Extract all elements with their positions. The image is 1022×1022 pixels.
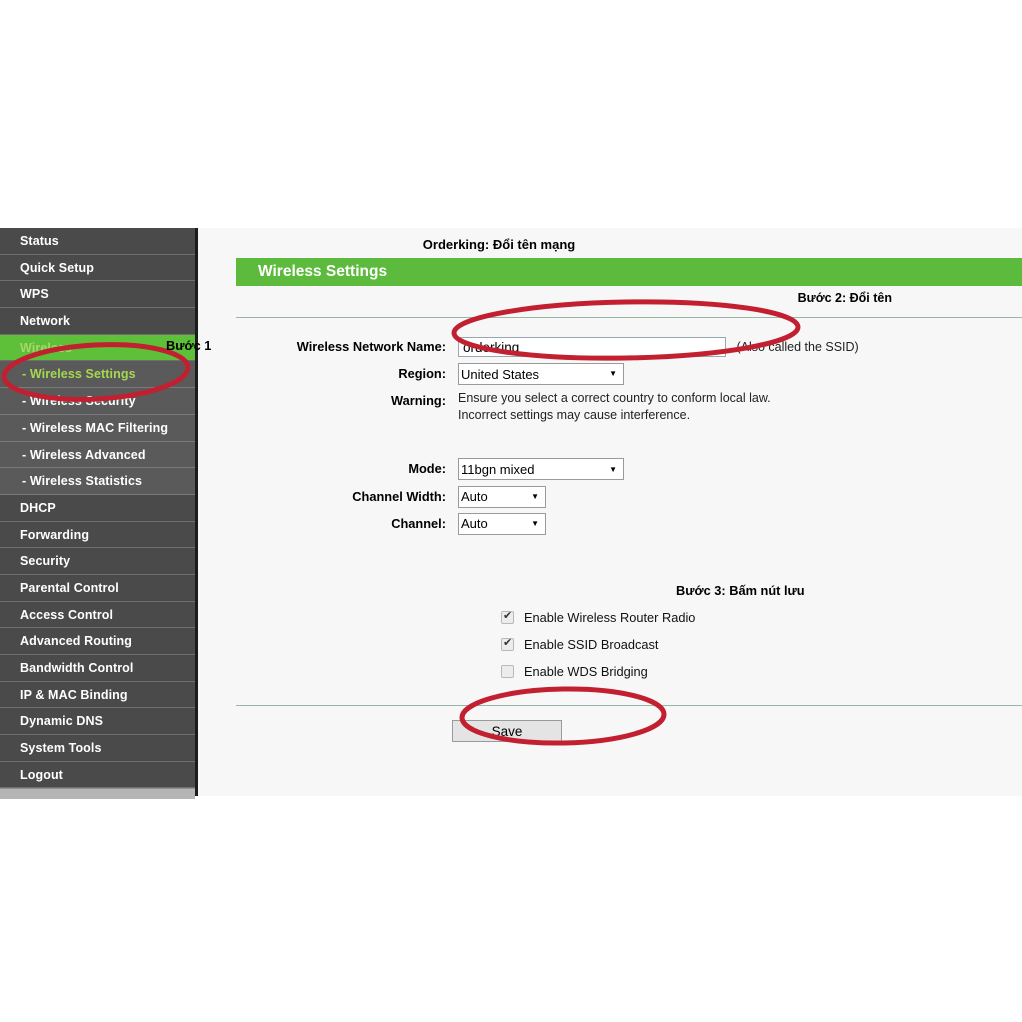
checkbox-input[interactable] <box>501 665 514 679</box>
divider-bottom <box>236 705 1022 707</box>
form-row-ssid: Wireless Network Name: (Also called the … <box>236 336 1022 358</box>
region-label: Region: <box>398 366 446 382</box>
annotation-step3-label: Bước 3: Bấm nút lưu <box>676 583 805 599</box>
mode-select[interactable]: 11bgn mixed <box>458 458 624 481</box>
channel-select[interactable]: Auto <box>458 512 546 535</box>
sidebar-item-advanced-routing[interactable]: Advanced Routing <box>0 628 195 655</box>
sidebar-item-parental-control[interactable]: Parental Control <box>0 574 195 602</box>
region-field-wrap: United States <box>458 363 1022 386</box>
annotation-step2-label: Bước 2: Đổi tên <box>797 291 892 305</box>
router-admin-page: Status Quick Setup WPS Network Wireless - Wir… <box>0 228 1022 800</box>
sidebar-item-ip-mac-binding[interactable]: IP & MAC Binding <box>0 681 195 709</box>
checkbox-label: Enable SSID Broadcast <box>524 637 659 653</box>
sidebar-item-access-control[interactable]: Access Control <box>0 601 195 629</box>
main-content: Orderking: Đổi tên mạng Wireless Setting… <box>198 228 1022 796</box>
form-row-channel: Channel: Auto <box>236 512 1022 535</box>
checkbox-row[interactable]: Enable Wireless Router Radio <box>501 610 1022 625</box>
checkbox-label: Enable WDS Bridging <box>524 664 648 680</box>
form-row-warning: Warning: Ensure you select a correct cou… <box>236 390 1022 423</box>
checkbox-group: Enable Wireless Router Radio Enable SSID … <box>236 610 1022 679</box>
mode-label: Mode: <box>408 461 446 477</box>
ssid-field-wrap: (Also called the SSID) <box>458 336 1022 358</box>
sidebar-item-quick-setup[interactable]: Quick Setup <box>0 254 195 282</box>
sidebar-item-wireless-statistics[interactable]: - Wireless Statistics <box>0 468 195 495</box>
sidebar-item-logout[interactable]: Logout <box>0 761 195 789</box>
sidebar-item-bandwidth-control[interactable]: Bandwidth Control <box>0 655 195 682</box>
channel-field-wrap: Auto <box>458 512 1022 535</box>
region-select[interactable]: United States <box>458 363 624 386</box>
save-button[interactable]: Save <box>452 720 562 743</box>
sidebar-item-security[interactable]: Security <box>0 548 195 575</box>
warning-label: Warning: <box>391 393 446 409</box>
warning-line-2: Incorrect settings may cause interferenc… <box>458 407 691 422</box>
ssid-label: Wireless Network Name: <box>296 339 446 354</box>
page-subtitle: Orderking: Đổi tên mạng <box>422 237 576 252</box>
sidebar-item-wps[interactable]: WPS <box>0 281 195 309</box>
form-row-region: Region: United States <box>236 363 1022 386</box>
sidebar-navigation: Status Quick Setup WPS Network Wireless - Wir… <box>0 228 198 800</box>
channel-label: Channel: <box>391 515 446 531</box>
channel-select-wrap: Auto <box>458 512 546 535</box>
sidebar-footer-strip <box>0 788 195 800</box>
sidebar-item-wireless-settings[interactable]: - Wireless Settings <box>0 361 195 389</box>
sidebar-item-wireless-advanced[interactable]: - Wireless Advanced <box>0 441 195 469</box>
form-row-channel-width: Channel Width: Auto <box>236 485 1022 508</box>
sidebar-item-system-tools[interactable]: System Tools <box>0 735 195 762</box>
warning-line-1: Ensure you select a correct country to c… <box>458 391 771 406</box>
sidebar-item-forwarding[interactable]: Forwarding <box>0 521 195 549</box>
checkbox-row[interactable]: Enable WDS Bridging <box>501 664 1022 679</box>
wireless-settings-form: Wireless Network Name: (Also called the … <box>236 318 1022 743</box>
annotation-step1-label: Bước 1 <box>166 338 212 353</box>
sidebar-item-network[interactable]: Network <box>0 308 195 335</box>
checkbox-input[interactable] <box>501 637 514 652</box>
channel-width-label: Channel Width: <box>352 488 446 504</box>
section-header-title: Wireless Settings <box>236 258 1022 286</box>
save-button-wrap: Save <box>236 720 1022 743</box>
checkbox-row[interactable]: Enable SSID Broadcast <box>501 637 1022 652</box>
sidebar-item-wireless-security[interactable]: - Wireless Security <box>0 388 195 415</box>
form-spacer <box>236 428 1022 458</box>
sidebar-item-dhcp[interactable]: DHCP <box>0 494 195 522</box>
checkbox-label: Enable Wireless Router Radio <box>524 610 696 626</box>
ssid-hint-text: (Also called the SSID) <box>736 340 859 354</box>
channel-width-select[interactable]: Auto <box>458 485 546 508</box>
sidebar-item-wireless-mac-filtering[interactable]: - Wireless MAC Filtering <box>0 414 195 442</box>
checkbox-input[interactable] <box>501 610 514 625</box>
ssid-input[interactable] <box>458 337 726 357</box>
mode-field-wrap: 11bgn mixed <box>458 458 1022 481</box>
sidebar-item-list: Status Quick Setup WPS Network Wireless - Wir… <box>0 228 195 789</box>
warning-text-wrap: Ensure you select a correct country to c… <box>458 390 1022 423</box>
form-row-mode: Mode: 11bgn mixed <box>236 458 1022 481</box>
channel-width-field-wrap: Auto <box>458 485 1022 508</box>
sidebar-item-status[interactable]: Status <box>0 228 195 255</box>
mode-select-wrap: 11bgn mixed <box>458 458 624 481</box>
channel-width-select-wrap: Auto <box>458 485 546 508</box>
region-select-wrap: United States <box>458 363 624 386</box>
sidebar-item-dynamic-dns[interactable]: Dynamic DNS <box>0 708 195 736</box>
